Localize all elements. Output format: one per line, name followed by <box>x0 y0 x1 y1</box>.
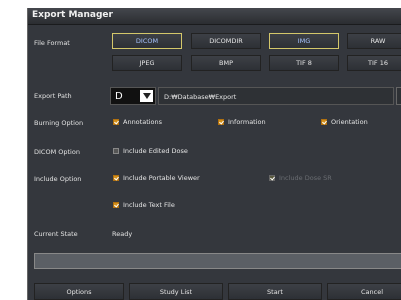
format-raw-button[interactable]: RAW <box>347 33 401 49</box>
export-path-field[interactable]: D:₩Database₩Export <box>158 87 394 105</box>
information-checkbox[interactable]: Information <box>218 118 266 126</box>
format-img-button[interactable]: IMG <box>269 33 339 49</box>
drive-value: D <box>115 91 123 102</box>
export-path-label: Export Path <box>34 92 72 100</box>
checkbox-unchecked-icon <box>113 148 119 154</box>
start-button[interactable]: Start <box>228 283 322 300</box>
drive-select[interactable]: D <box>110 87 156 105</box>
burning-option-label: Burning Option <box>34 119 84 127</box>
information-label: Information <box>228 118 266 126</box>
orientation-checkbox[interactable]: Orientation <box>321 118 368 126</box>
include-edited-dose-label: Include Edited Dose <box>123 147 188 155</box>
window-title: Export Manager <box>32 10 113 20</box>
include-option-label: Include Option <box>34 175 82 183</box>
format-dicom-button[interactable]: DICOM <box>112 33 182 49</box>
annotations-checkbox[interactable]: Annotations <box>113 118 162 126</box>
current-state-label: Current State <box>34 230 78 238</box>
format-bmp-button[interactable]: BMP <box>191 55 261 71</box>
study-list-button[interactable]: Study List <box>129 283 223 300</box>
export-manager-window: Export Manager File Format DICOM DICOMDI… <box>27 8 401 300</box>
checkbox-checked-icon <box>113 202 119 208</box>
include-dose-sr-label: Include Dose SR <box>279 174 332 182</box>
checkbox-disabled-icon <box>269 175 275 181</box>
options-button[interactable]: Options <box>34 283 124 300</box>
file-format-label: File Format <box>34 39 70 47</box>
include-portable-viewer-label: Include Portable Viewer <box>123 174 200 182</box>
include-text-file-checkbox[interactable]: Include Text File <box>113 201 175 209</box>
format-tif8-button[interactable]: TIF 8 <box>269 55 339 71</box>
title-bar: Export Manager <box>28 8 401 25</box>
include-text-file-label: Include Text File <box>123 201 175 209</box>
include-edited-dose-checkbox[interactable]: Include Edited Dose <box>113 147 188 155</box>
include-portable-viewer-checkbox[interactable]: Include Portable Viewer <box>113 174 200 182</box>
dicom-option-label: DICOM Option <box>34 148 80 156</box>
annotations-label: Annotations <box>123 118 163 126</box>
browse-button[interactable] <box>396 87 401 105</box>
chevron-down-icon[interactable] <box>140 90 153 102</box>
include-dose-sr-checkbox: Include Dose SR <box>269 174 332 182</box>
orientation-label: Orientation <box>331 118 368 126</box>
cancel-button[interactable]: Cancel <box>327 283 401 300</box>
format-tif16-button[interactable]: TIF 16 <box>347 55 401 71</box>
progress-bar <box>34 253 401 269</box>
current-state-value: Ready <box>112 230 133 238</box>
format-dicomdir-button[interactable]: DICOMDIR <box>191 33 261 49</box>
checkbox-checked-icon <box>113 175 119 181</box>
checkbox-checked-icon <box>321 119 327 125</box>
checkbox-checked-icon <box>218 119 224 125</box>
format-jpeg-button[interactable]: JPEG <box>112 55 182 71</box>
checkbox-checked-icon <box>113 119 119 125</box>
